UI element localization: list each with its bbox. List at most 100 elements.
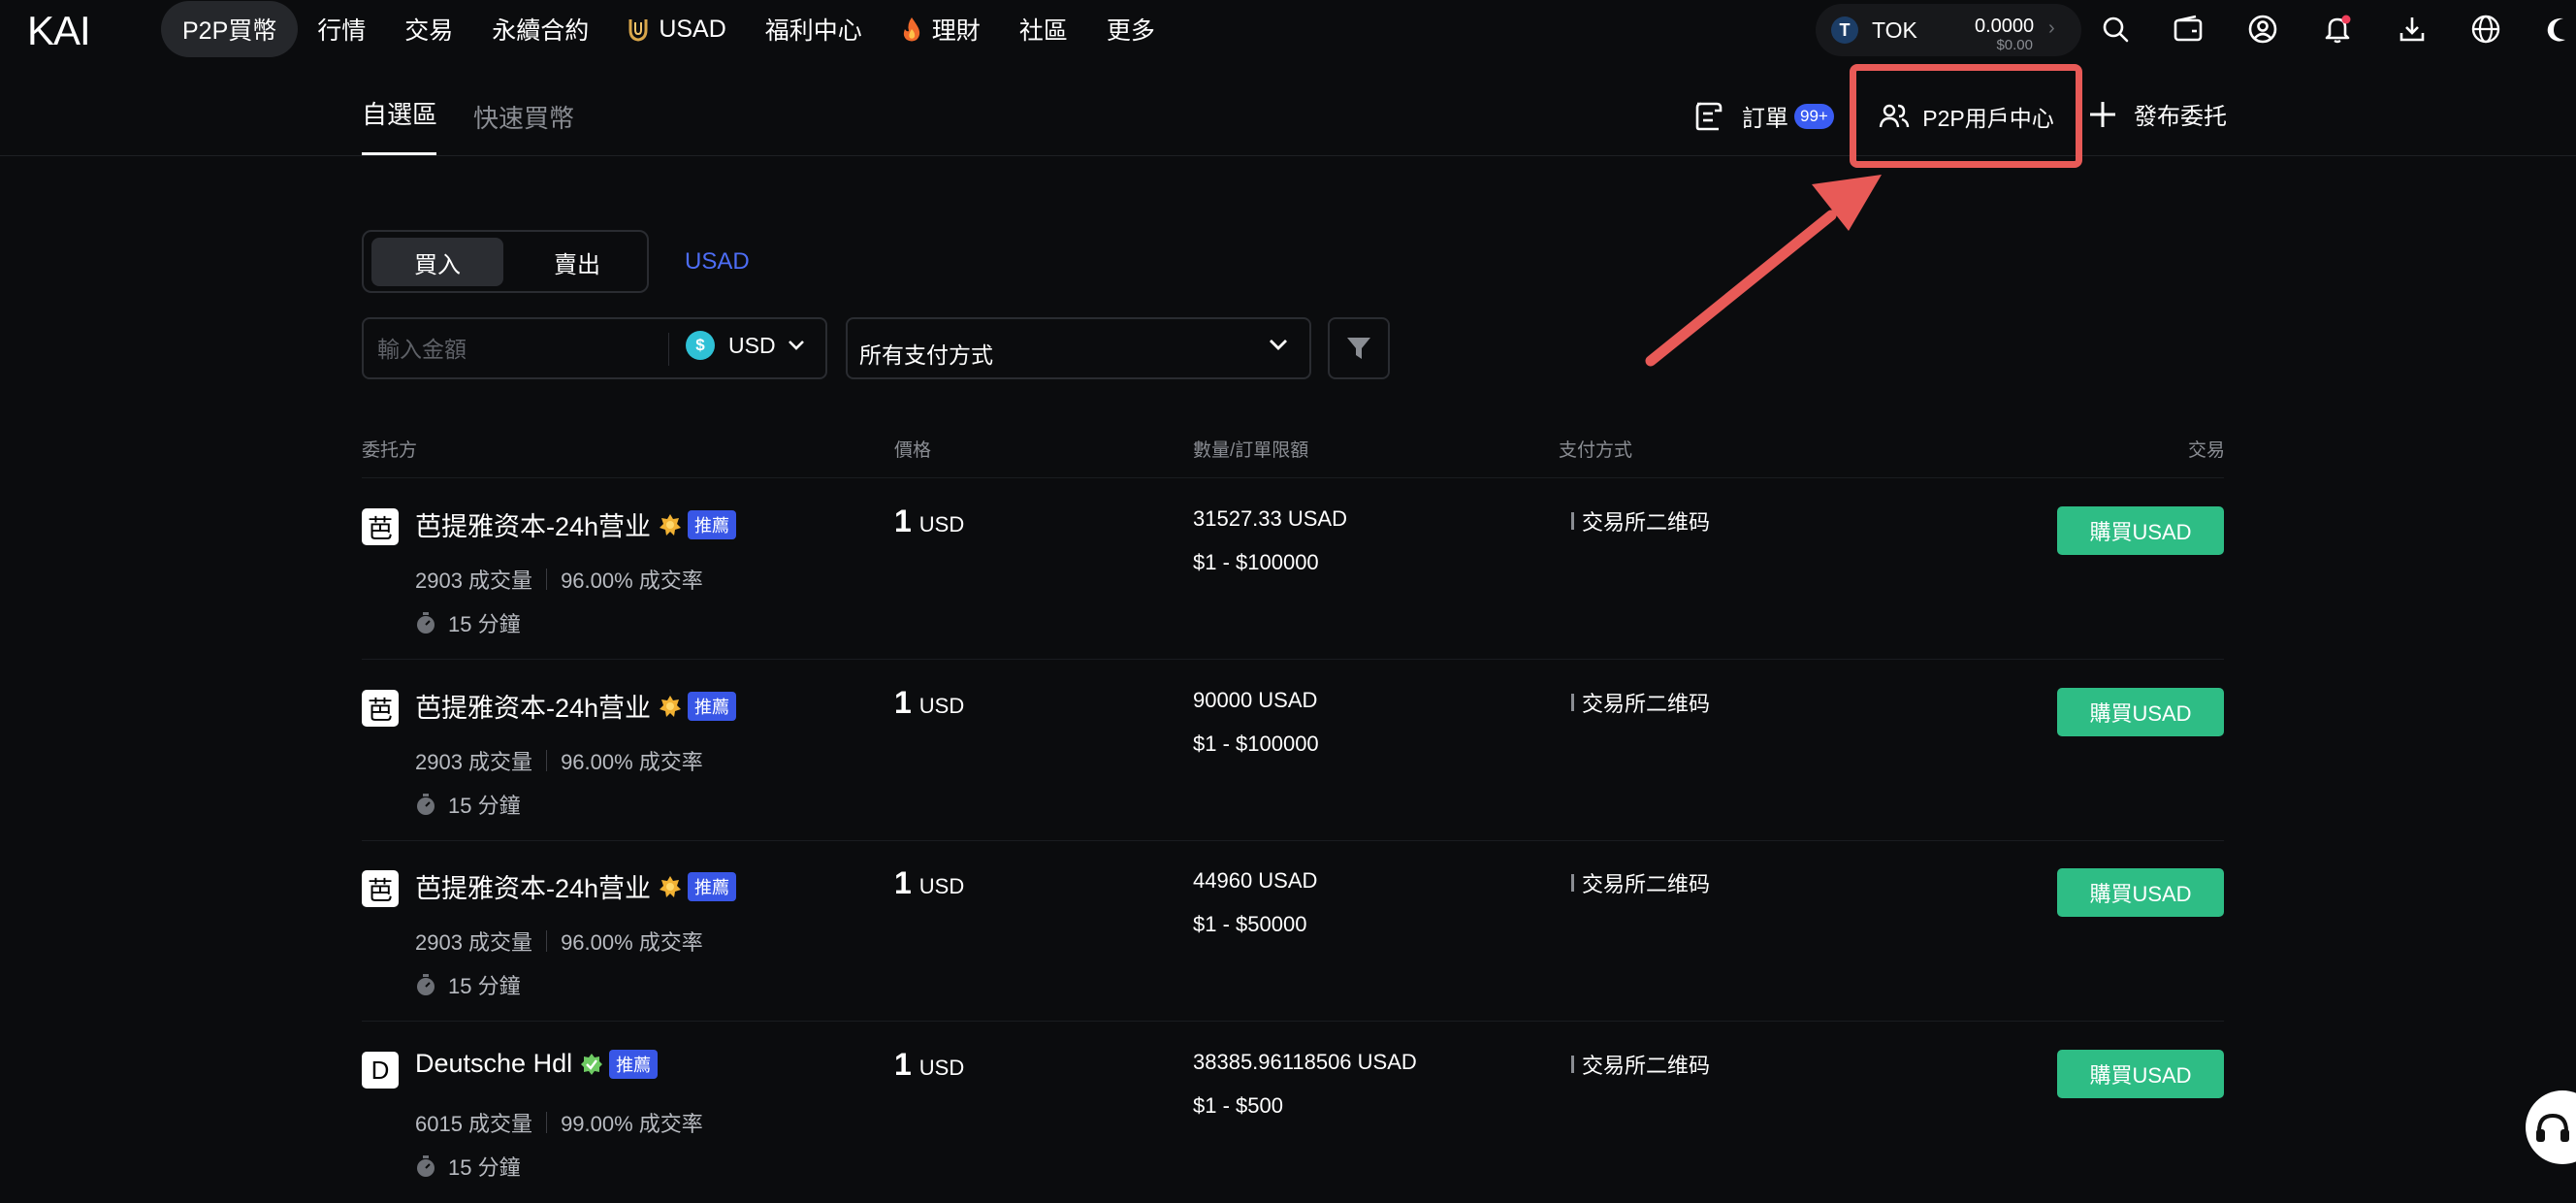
nav-item-trade[interactable]: 交易 bbox=[385, 0, 472, 58]
fire-icon bbox=[901, 16, 922, 43]
orders-count-badge: 99+ bbox=[1794, 104, 1834, 129]
headset-icon bbox=[2533, 1108, 2572, 1147]
tab-custom-zone[interactable]: 自選區 bbox=[362, 95, 437, 131]
avatar: D bbox=[362, 1052, 399, 1089]
payment-time-limit: 15 分鐘 bbox=[415, 607, 521, 638]
payment-method: 交易所二维码 bbox=[1571, 1049, 1710, 1080]
nav-item-usad[interactable]: USAD bbox=[608, 0, 745, 58]
buy-usad-button[interactable]: 購買USAD bbox=[2057, 868, 2224, 917]
trade-count: 6015 成交量 bbox=[415, 1112, 533, 1136]
p2p-user-center-icon bbox=[1878, 100, 1911, 133]
column-header-quantity: 數量/訂單限額 bbox=[1193, 440, 1309, 461]
divider bbox=[0, 155, 2576, 156]
main-nav: P2P買幣 行情 交易 永續合約 USAD 福利中心 理財 社區 更多 bbox=[161, 0, 1175, 58]
price-currency: USD bbox=[918, 512, 965, 536]
divider bbox=[546, 750, 548, 771]
price-currency: USD bbox=[918, 694, 965, 718]
divider bbox=[546, 569, 548, 590]
price-cell: 1 USD bbox=[894, 685, 964, 721]
buy-usad-button[interactable]: 購買USAD bbox=[2057, 1050, 2224, 1098]
sell-tab[interactable]: 賣出 bbox=[511, 238, 643, 286]
payment-time-limit: 15 分鐘 bbox=[415, 789, 521, 820]
amount-input[interactable] bbox=[377, 333, 659, 366]
table-row: 芭 芭提雅资本-24h营业 推薦 2903 成交量 96.00% 成交率 15 … bbox=[0, 478, 2576, 659]
amount-filter: $ USD bbox=[362, 317, 827, 379]
payment-method: 交易所二维码 bbox=[1571, 867, 1710, 898]
nav-item-more[interactable]: 更多 bbox=[1087, 0, 1175, 58]
kai-logo[interactable]: KAI bbox=[27, 10, 114, 49]
notification-bell-icon[interactable] bbox=[2320, 12, 2355, 47]
svg-text:KAI: KAI bbox=[27, 10, 90, 49]
payment-method-label: 所有支付方式 bbox=[859, 342, 993, 368]
payment-method-select[interactable]: 所有支付方式 bbox=[846, 317, 1311, 379]
advertiser-stats: 2903 成交量 96.00% 成交率 bbox=[415, 745, 703, 776]
advertiser-name-line: Deutsche Hdl 推薦 bbox=[415, 1049, 659, 1079]
tok-token-icon: T bbox=[1831, 16, 1858, 44]
nav-item-futures[interactable]: 永續合約 bbox=[472, 0, 608, 58]
p2p-user-center-label: P2P用戶中心 bbox=[1922, 105, 2054, 131]
price-value: 1 bbox=[894, 685, 912, 720]
dark-mode-moon-icon[interactable] bbox=[2541, 12, 2576, 47]
buy-usad-button[interactable]: 購買USAD bbox=[2057, 506, 2224, 555]
available-quantity: 44960 USAD bbox=[1193, 868, 1318, 893]
completion-rate: 96.00% 成交率 bbox=[561, 930, 703, 955]
advertiser-stats: 6015 成交量 99.00% 成交率 bbox=[415, 1107, 703, 1138]
price-value: 1 bbox=[894, 504, 912, 538]
nav-item-community[interactable]: 社區 bbox=[1000, 0, 1087, 58]
advertiser-name[interactable]: 芭提雅资本-24h营业 bbox=[415, 687, 651, 725]
recommended-tag: 推薦 bbox=[609, 1049, 659, 1079]
globe-language-icon[interactable] bbox=[2468, 12, 2503, 47]
price-currency: USD bbox=[918, 1056, 965, 1080]
order-limit: $1 - $500 bbox=[1193, 1093, 1283, 1118]
column-header-trade: 交易 bbox=[2188, 440, 2226, 461]
completion-rate: 99.00% 成交率 bbox=[561, 1112, 703, 1136]
trade-count: 2903 成交量 bbox=[415, 750, 533, 774]
nav-item-label: 社區 bbox=[1018, 17, 1068, 45]
advertiser-name[interactable]: 芭提雅资本-24h营业 bbox=[415, 505, 651, 543]
payment-method: 交易所二维码 bbox=[1571, 505, 1710, 536]
orders-link[interactable]: 訂單 bbox=[1691, 99, 1788, 133]
asset-usad-tab[interactable]: USAD bbox=[685, 248, 750, 276]
nav-item-label: 福利中心 bbox=[764, 17, 862, 45]
buy-tab[interactable]: 買入 bbox=[371, 238, 503, 286]
stopwatch-icon bbox=[415, 973, 436, 996]
tab-quick-buy[interactable]: 快速買幣 bbox=[473, 99, 574, 135]
publish-ad-button[interactable]: 發布委托 bbox=[2087, 97, 2227, 131]
currency-select[interactable]: $ USD bbox=[686, 331, 805, 360]
payment-marker bbox=[1571, 1056, 1574, 1073]
nav-item-finance[interactable]: 理財 bbox=[882, 0, 1000, 58]
advertiser-name[interactable]: Deutsche Hdl bbox=[415, 1049, 572, 1079]
advertiser-name[interactable]: 芭提雅资本-24h营业 bbox=[415, 867, 651, 905]
buy-usad-button[interactable]: 購買USAD bbox=[2057, 688, 2224, 736]
nav-item-rewards[interactable]: 福利中心 bbox=[746, 0, 882, 58]
nav-item-p2p[interactable]: P2P買幣 bbox=[161, 1, 299, 57]
p2p-user-center-button[interactable]: P2P用戶中心 bbox=[1850, 64, 2082, 168]
chevron-down-icon bbox=[1269, 339, 1288, 352]
download-icon[interactable] bbox=[2395, 12, 2430, 47]
recommended-tag: 推薦 bbox=[688, 871, 737, 901]
filter-button[interactable] bbox=[1328, 317, 1390, 379]
price-cell: 1 USD bbox=[894, 504, 964, 539]
dollar-coin-icon: $ bbox=[686, 331, 715, 360]
wallet-icon[interactable] bbox=[2171, 12, 2206, 47]
table-row: 芭 芭提雅资本-24h营业 推薦 2903 成交量 96.00% 成交率 15 … bbox=[0, 840, 2576, 1021]
price-cell: 1 USD bbox=[894, 1047, 964, 1083]
search-icon[interactable] bbox=[2098, 12, 2133, 47]
avatar: 芭 bbox=[362, 870, 399, 907]
advertiser-stats: 2903 成交量 96.00% 成交率 bbox=[415, 564, 703, 595]
advertiser-name-line: 芭提雅资本-24h营业 推薦 bbox=[415, 505, 737, 543]
gold-merchant-badge-icon bbox=[659, 695, 682, 718]
payment-method-name: 交易所二维码 bbox=[1582, 510, 1711, 535]
time-limit-text: 15 分鐘 bbox=[448, 974, 521, 998]
time-limit-text: 15 分鐘 bbox=[448, 612, 521, 636]
recommended-tag: 推薦 bbox=[688, 509, 737, 539]
user-account-icon[interactable] bbox=[2245, 12, 2280, 47]
nav-item-label: USAD bbox=[659, 15, 726, 43]
stopwatch-icon bbox=[415, 793, 436, 816]
nav-item-markets[interactable]: 行情 bbox=[298, 0, 385, 58]
token-balance-chip[interactable]: T TOK 0.0000 $0.00 › bbox=[1816, 4, 2081, 56]
price-value: 1 bbox=[894, 1047, 912, 1082]
column-header-advertiser: 委托方 bbox=[362, 440, 418, 461]
avatar: 芭 bbox=[362, 508, 399, 545]
stopwatch-icon bbox=[415, 1154, 436, 1178]
